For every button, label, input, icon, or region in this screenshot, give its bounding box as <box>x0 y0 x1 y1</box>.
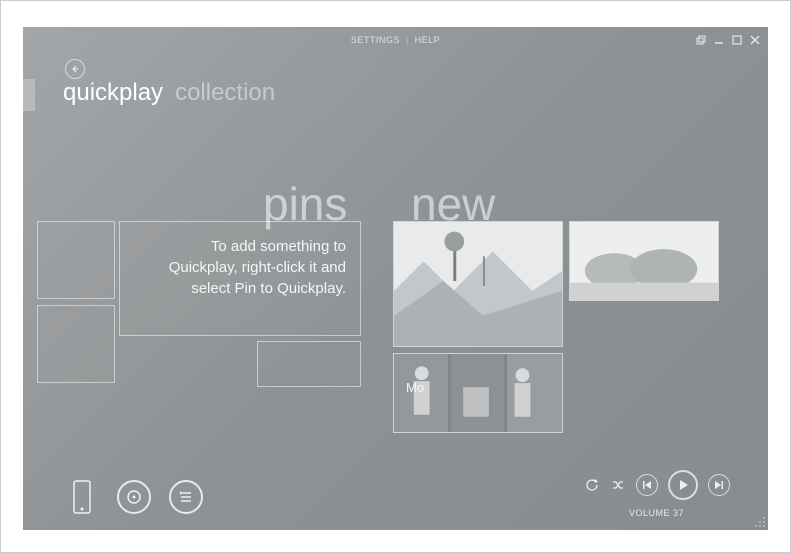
volume-label[interactable]: VOLUME 37 <box>629 508 684 518</box>
disc-icon[interactable] <box>117 480 151 514</box>
new-item-tile[interactable] <box>393 221 563 347</box>
nav-quickplay[interactable]: quickplay <box>63 79 163 107</box>
app-window: SETTINGS | HELP quickplay collection <box>23 27 768 530</box>
left-accent <box>23 79 35 111</box>
nav-collection[interactable]: collection <box>175 79 275 107</box>
top-bar-links: SETTINGS | HELP <box>351 35 440 45</box>
new-item-tile[interactable]: Mo <box>393 353 563 433</box>
nav-title: quickplay collection <box>63 79 275 107</box>
next-button[interactable] <box>708 474 730 496</box>
pins-area: To add something to Quickplay, right-cli… <box>37 221 365 391</box>
new-area: Mo <box>393 221 733 441</box>
pin-tile-empty[interactable] <box>37 221 115 299</box>
minimize-button[interactable] <box>712 33 726 47</box>
close-button[interactable] <box>748 33 762 47</box>
pin-tile-empty[interactable] <box>257 341 361 387</box>
top-bar: SETTINGS | HELP <box>23 27 768 53</box>
new-item-tile[interactable] <box>569 221 719 301</box>
pin-tile-empty[interactable] <box>37 305 115 383</box>
maximize-button[interactable] <box>730 33 744 47</box>
window-controls <box>694 33 762 47</box>
resize-grip[interactable] <box>752 514 766 528</box>
play-button[interactable] <box>668 470 698 500</box>
repeat-button[interactable] <box>584 477 600 493</box>
device-phone-icon[interactable] <box>65 480 99 514</box>
previous-button[interactable] <box>636 474 658 496</box>
shuffle-button[interactable] <box>610 477 626 493</box>
pins-hint-text: To add something to Quickplay, right-cli… <box>156 236 346 299</box>
pin-tile-hint[interactable]: To add something to Quickplay, right-cli… <box>119 221 361 336</box>
new-item-label: Mo <box>406 380 424 395</box>
help-link[interactable]: HELP <box>415 35 441 45</box>
playback-controls <box>584 470 730 500</box>
device-icons <box>65 480 203 514</box>
compact-mode-button[interactable] <box>694 33 708 47</box>
playlist-icon[interactable] <box>169 480 203 514</box>
divider: | <box>406 35 409 45</box>
back-button[interactable] <box>65 59 85 79</box>
settings-link[interactable]: SETTINGS <box>351 35 400 45</box>
